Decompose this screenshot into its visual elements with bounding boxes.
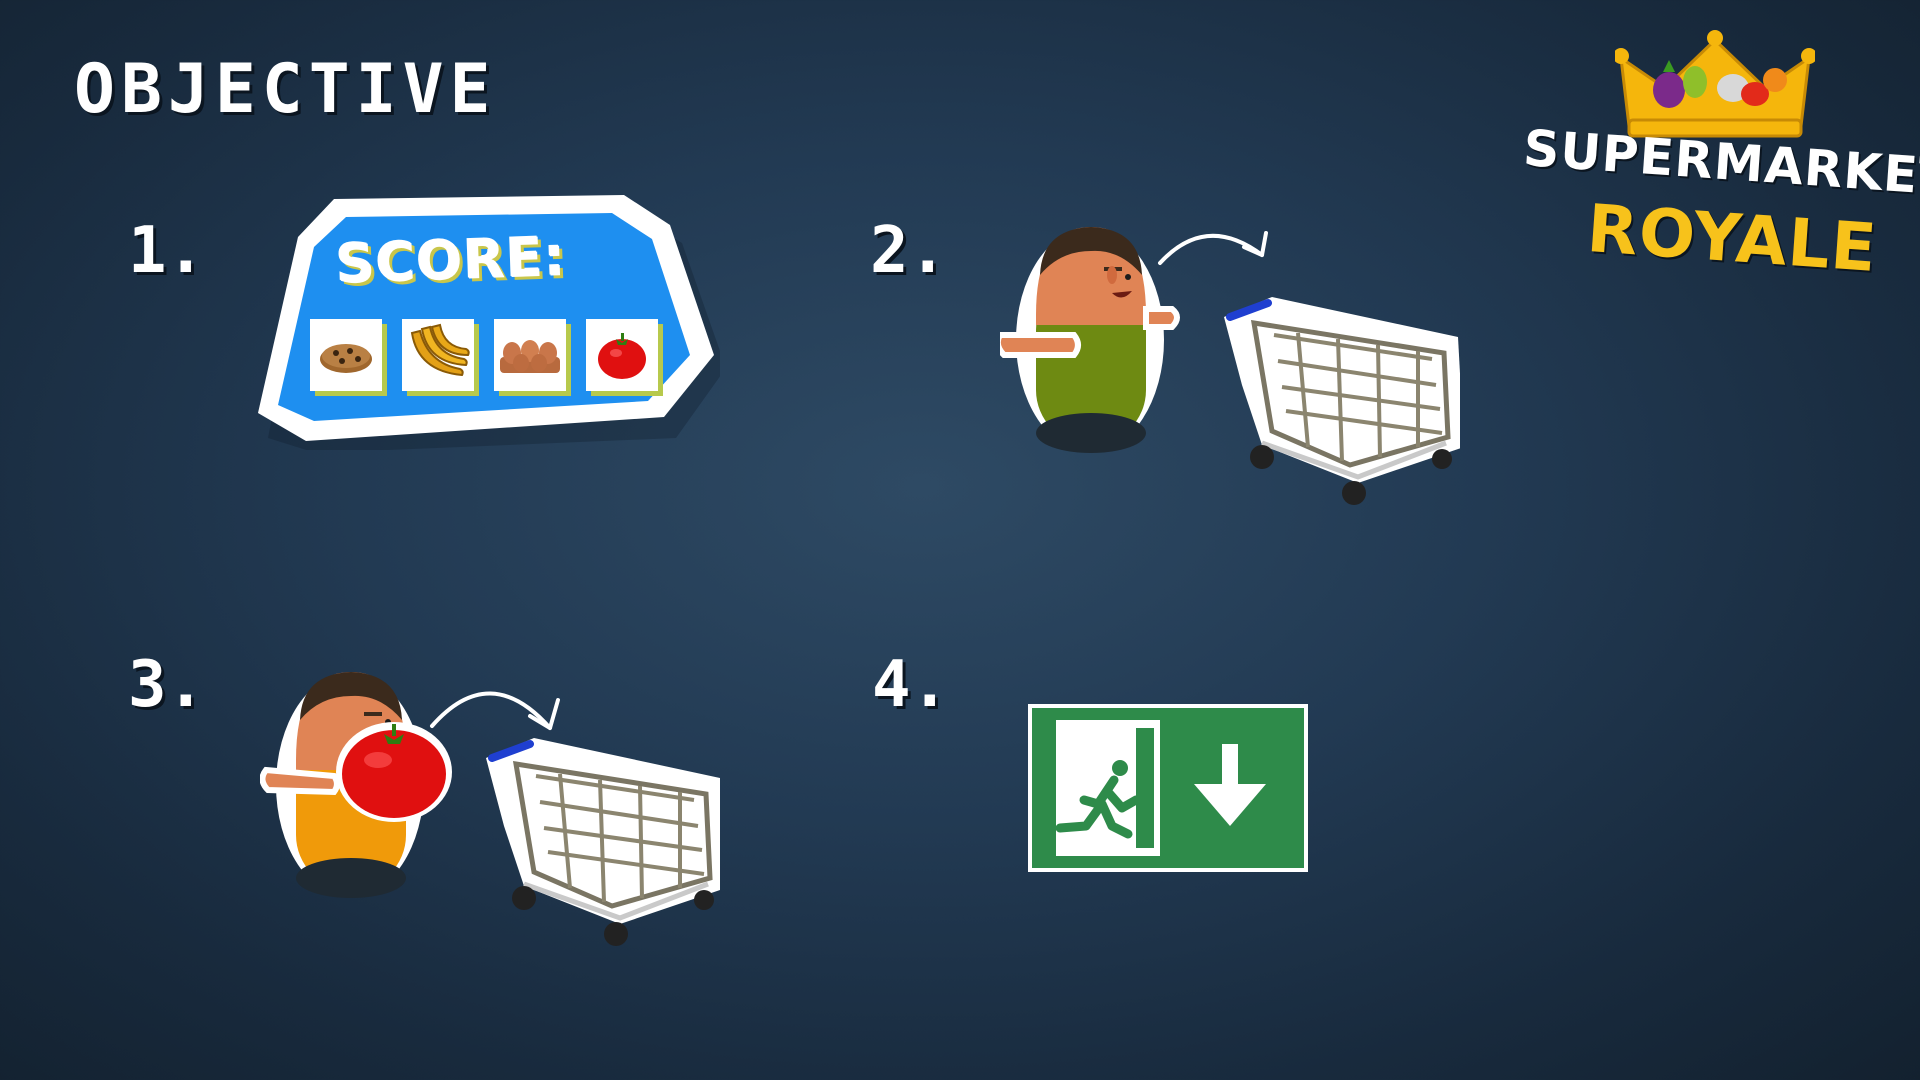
arrow-3 [430, 691, 552, 730]
eggplant-icon [1653, 72, 1685, 108]
character-orange-shirt [260, 672, 452, 898]
score-item-banana [402, 319, 474, 391]
score-item-eggs [494, 319, 566, 391]
shopping-cart-1 [1224, 297, 1460, 505]
logo-line-2: ROYALE [1584, 189, 1880, 288]
score-item-cookie [310, 319, 382, 391]
emergency-exit-icon [1032, 708, 1304, 868]
exit-sign [1028, 704, 1308, 872]
score-panel: SCORE: [250, 195, 720, 450]
logo-line-1: SUPERMARKET [1521, 119, 1920, 207]
step-number-3: 3. [128, 648, 206, 722]
cookie-icon [320, 344, 372, 373]
score-label: SCORE: [334, 224, 568, 297]
step-3-illustration [260, 672, 720, 946]
tomato-icon [598, 333, 646, 379]
step-number-2: 2. [870, 214, 948, 288]
step-number-1: 1. [128, 214, 206, 288]
step-2-illustration [1000, 227, 1460, 505]
shopping-cart-2 [486, 738, 720, 946]
eggs-icon [500, 340, 560, 373]
banana-icon [410, 323, 470, 377]
score-item-tomato [586, 319, 658, 391]
step-number-4: 4. [872, 648, 950, 722]
game-logo: SUPERMARKET ROYALE [1515, 30, 1920, 300]
crown-icon [1615, 30, 1815, 138]
tomato-held-icon [336, 722, 452, 822]
page-title: OBJECTIVE [74, 50, 497, 129]
character-green-shirt [1000, 227, 1180, 453]
